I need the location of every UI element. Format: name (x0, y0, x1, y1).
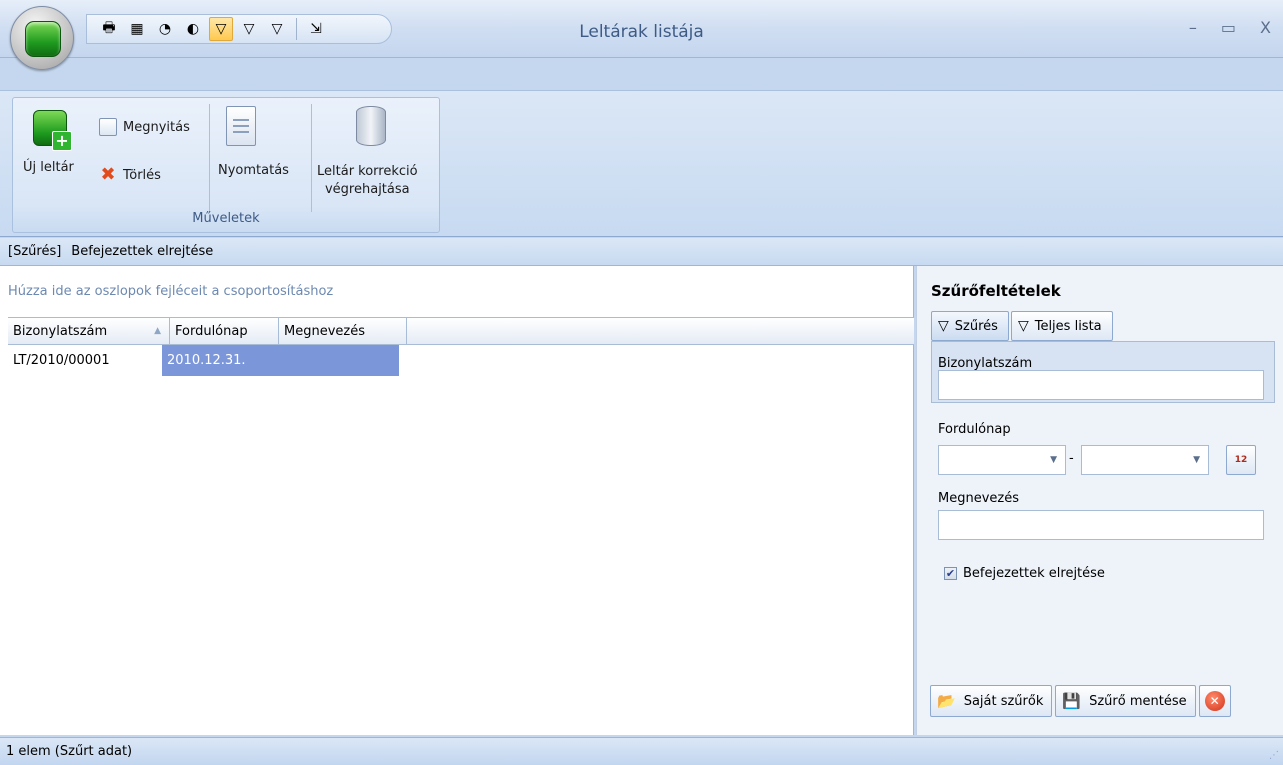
column-header-label: Fordulónap (175, 323, 248, 339)
status-bar: 1 elem (Szűrt adat) ⋰ (0, 737, 1283, 765)
ribbon: Új leltár Megnyitás ✖ Törlés Nyomtatás L… (0, 90, 1283, 237)
my-filters-label: Saját szűrők (963, 693, 1044, 709)
data-grid: Húzza ide az oszlopok fejléceit a csopor… (0, 266, 914, 735)
resize-grip-icon[interactable]: ⋰ (1269, 750, 1279, 761)
group-panel-hint[interactable]: Húzza ide az oszlopok fejléceit a csopor… (8, 284, 333, 299)
column-header-fordulonap[interactable]: Fordulónap (170, 318, 279, 344)
filter-icon[interactable]: ▽ (209, 17, 233, 41)
active-filter-bar: [Szűrés] Befejezettek elrejtése (0, 238, 1283, 266)
filter-actions: 📂 Saját szűrők 💾 Szűrő mentése ✕ (930, 685, 1231, 717)
close-panel-button[interactable]: ✕ (1198, 685, 1231, 717)
edit-icon (99, 118, 117, 136)
close-icon: ✕ (1204, 691, 1225, 711)
cell-fordulonap[interactable]: 2010.12.31. (162, 345, 271, 376)
funnel-icon: ▽ (938, 318, 949, 334)
save-filter-label: Szűrő mentése (1089, 693, 1187, 709)
filter-tab[interactable]: ▽ Szűrés (931, 311, 1009, 341)
app-logo-icon (25, 21, 61, 57)
open-button[interactable]: Megnyitás (99, 118, 190, 136)
delete-label: Törlés (123, 167, 161, 183)
my-filters-button[interactable]: 📂 Saját szűrők (930, 685, 1053, 717)
docnum-label: Bizonylatszám (938, 356, 1033, 371)
column-header-megnevezes[interactable]: Megnevezés (279, 318, 407, 344)
sort-ascending-icon: ▲ (154, 326, 161, 336)
maximize-button[interactable]: ▭ (1221, 18, 1236, 37)
print-icon[interactable]: 🖶 (97, 17, 121, 41)
correction-label-line1: Leltár korrekció (317, 164, 418, 179)
export-icon[interactable]: ⇲ (304, 17, 328, 41)
close-button[interactable]: X (1260, 18, 1271, 37)
open-label: Megnyitás (123, 119, 190, 135)
quick-access-toolbar: 🖶 ▦ ◔ ◐ ▽ ▽ ▽ ⇲ (86, 14, 392, 44)
save-icon: 💾 (1062, 692, 1082, 710)
excel-icon[interactable]: ▦ (125, 17, 149, 41)
name-label: Megnevezés (938, 491, 1019, 506)
hide-finished-label: Befejezettek elrejtése (963, 566, 1105, 581)
new-inventory-button[interactable]: Új leltár (23, 160, 74, 175)
ribbon-separator (311, 104, 312, 212)
chevron-down-icon: ▼ (1193, 455, 1200, 465)
correction-label-line2: végrehajtása (324, 182, 410, 197)
docnum-input[interactable] (938, 370, 1264, 400)
delete-icon: ✖ (100, 164, 116, 185)
print-label: Nyomtatás (218, 163, 289, 178)
correction-button[interactable]: Leltár korrekció végrehajtása (317, 163, 418, 199)
funnel-clear-icon: ▽ (1017, 318, 1029, 334)
table-row[interactable]: LT/2010/00001 2010.12.31. (8, 345, 399, 376)
qat-separator (296, 18, 297, 40)
checkbox-checked-icon: ✔ (944, 567, 957, 580)
calendar-button[interactable]: 12 (1226, 445, 1256, 475)
hide-finished-checkbox[interactable]: ✔ Befejezettek elrejtése (944, 566, 1105, 581)
grid-header: Bizonylatszám ▲ Fordulónap Megnevezés (8, 317, 914, 345)
chevron-down-icon: ▼ (1050, 455, 1057, 465)
ribbon-group-label: Műveletek (192, 211, 260, 226)
cell-megnevezes[interactable] (271, 345, 399, 376)
column-header-label: Megnevezés (284, 323, 365, 339)
date-to-combo[interactable]: ▼ (1081, 445, 1209, 475)
print-button[interactable]: Nyomtatás (218, 163, 289, 178)
new-inventory-label: Új leltár (23, 160, 74, 175)
save-filter-button[interactable]: 💾 Szűrő mentése (1055, 685, 1196, 717)
title-bar: 🖶 ▦ ◔ ◐ ▽ ▽ ▽ ⇲ Leltárak listája – ▭ X (0, 0, 1283, 58)
chart-icon[interactable]: ◔ (153, 17, 177, 41)
filter-panel-tabs: ▽ Szűrés ▽ Teljes lista (931, 311, 1113, 341)
filter-tab-label: Szűrés (954, 318, 998, 334)
name-input[interactable] (938, 510, 1264, 540)
folder-icon: 📂 (937, 692, 956, 710)
column-header-label: Bizonylatszám (13, 323, 108, 339)
ribbon-group-operations: Új leltár Megnyitás ✖ Törlés Nyomtatás L… (12, 97, 440, 233)
date-separator: - (1069, 451, 1074, 466)
filter-clear-icon[interactable]: ▽ (265, 17, 289, 41)
print-doc-icon[interactable] (226, 106, 256, 146)
column-header-bizonylatszam[interactable]: Bizonylatszám ▲ (8, 318, 170, 344)
filter-alt-icon[interactable]: ▽ (237, 17, 261, 41)
calendar-icon: 12 (1234, 455, 1248, 465)
color-icon[interactable]: ◐ (181, 17, 205, 41)
full-list-tab[interactable]: ▽ Teljes lista (1010, 311, 1113, 341)
window-controls: – ▭ X (1189, 18, 1271, 37)
filter-panel-title: Szűrőfeltételek (931, 282, 1061, 300)
filter-tag[interactable]: [Szűrés] (8, 244, 61, 259)
filter-text: Befejezettek elrejtése (71, 244, 214, 259)
date-label: Fordulónap (938, 422, 1011, 437)
minimize-button[interactable]: – (1189, 18, 1197, 37)
database-icon[interactable] (356, 106, 386, 146)
delete-button[interactable]: ✖ Törlés (99, 164, 161, 185)
cell-bizonylatszam[interactable]: LT/2010/00001 (0, 345, 162, 376)
ribbon-separator (209, 104, 210, 212)
status-text: 1 elem (Szűrt adat) (6, 744, 133, 759)
date-from-combo[interactable]: ▼ (938, 445, 1066, 475)
full-list-tab-label: Teljes lista (1034, 318, 1102, 334)
new-inventory-icon[interactable] (33, 110, 72, 151)
app-menu-button[interactable] (10, 6, 74, 70)
